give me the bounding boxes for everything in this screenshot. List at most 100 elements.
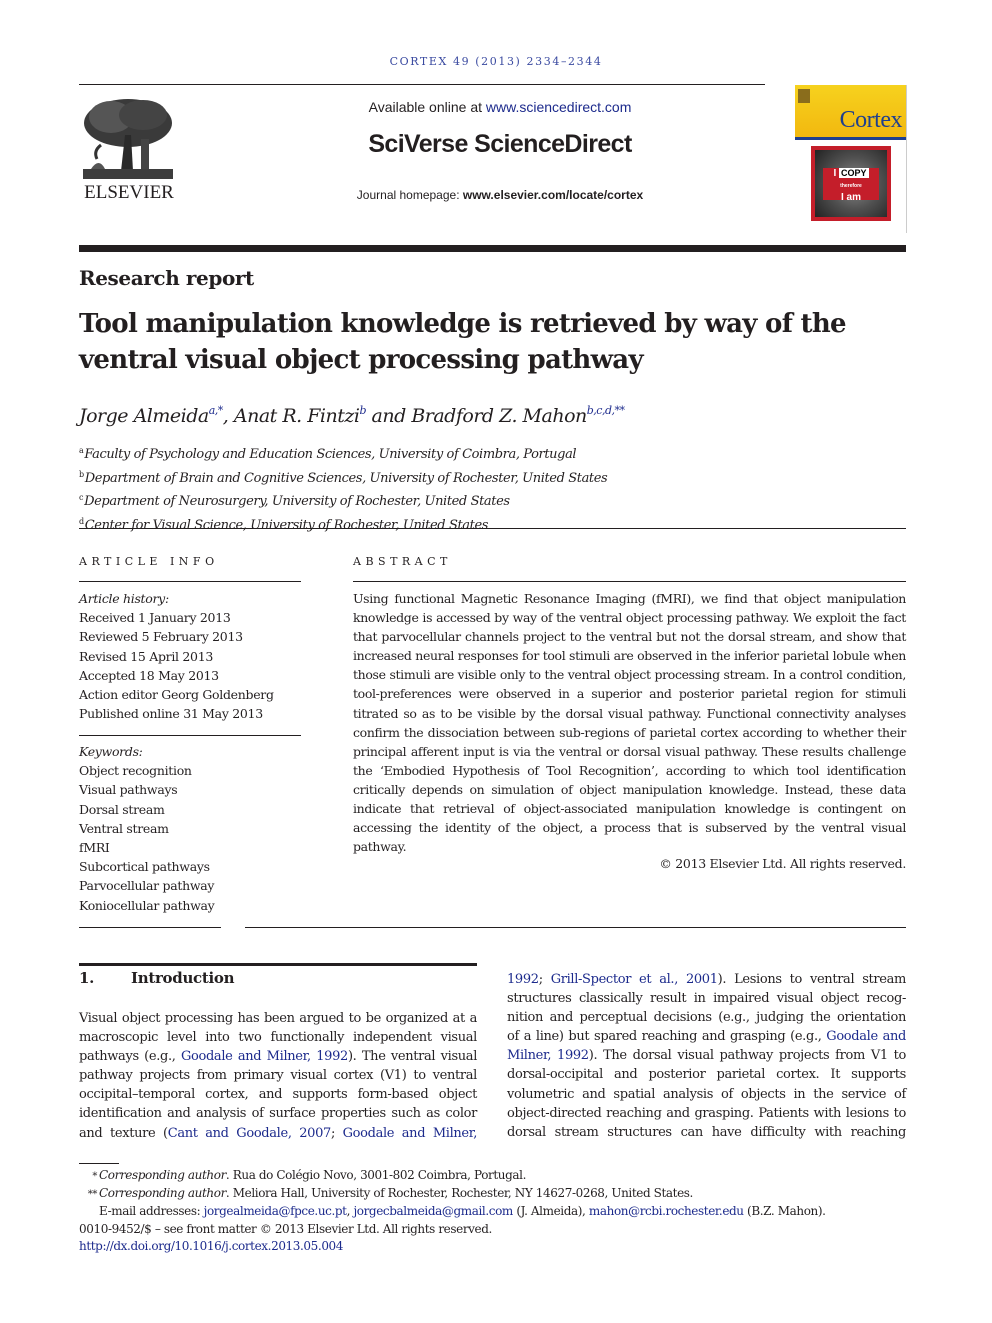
keyword-item: Subcortical pathways <box>79 859 210 875</box>
citation-link[interactable]: Goodale and Milner, 1992 <box>181 1049 348 1064</box>
text-line: dorsal stream structures can have diffic… <box>507 1123 906 1142</box>
article-info-end-rule <box>79 927 221 928</box>
text-run: structures classically result in impaire… <box>507 991 906 1007</box>
cover-text-copy: COPY <box>839 168 869 178</box>
history-item: Revised 15 April 2013 <box>79 648 214 664</box>
affiliation-item: cDepartment of Neurosurgery, University … <box>79 488 607 512</box>
email-owner: (B.Z. Mahon). <box>743 1204 826 1219</box>
text-line: occipital–temporal cortex, and supports … <box>79 1085 477 1104</box>
text-line: pathways (e.g., Goodale and Milner, 1992… <box>79 1047 477 1066</box>
cover-elsevier-icon <box>798 89 810 103</box>
homepage-link[interactable]: www.elsevier.com/locate/cortex <box>463 188 643 202</box>
keyword-item: Visual pathways <box>79 782 178 798</box>
journal-cover[interactable]: Cortex I COPY therefore I am <box>795 85 907 233</box>
header-rule <box>79 84 765 85</box>
author-separator: , <box>222 405 234 427</box>
text-run: dorsal-occipital and posterior parietal … <box>507 1067 906 1083</box>
history-item: Accepted 18 May 2013 <box>79 667 219 683</box>
author-name[interactable]: Bradford Z. Mahon <box>411 405 587 427</box>
affiliation-text: Faculty of Psychology and Education Scie… <box>84 447 577 462</box>
text-run: ; <box>330 1125 343 1141</box>
article-info-heading: ARTICLE INFO <box>79 555 219 568</box>
keyword-item: Koniocellular pathway <box>79 897 215 913</box>
text-line: identification and analysis of surface p… <box>79 1104 477 1123</box>
footnote-mark: * <box>92 1171 97 1182</box>
article-history: Article history: Received 1 January 2013… <box>79 589 301 723</box>
author-name[interactable]: Anat R. Fintzi <box>234 405 360 427</box>
history-item: Reviewed 5 February 2013 <box>79 629 243 645</box>
intro-left-column: Visual object processing has been argued… <box>79 1009 477 1143</box>
doi-link[interactable]: http://dx.doi.org/10.1016/j.cortex.2013.… <box>79 1239 343 1253</box>
cover-text-small: therefore <box>840 183 862 189</box>
footnote-emails: E-mail addresses: jorgealmeida@fpce.uc.p… <box>79 1203 909 1220</box>
author-name[interactable]: Jorge Almeida <box>79 405 209 427</box>
affiliation-text: Department of Brain and Cognitive Scienc… <box>84 470 608 486</box>
author-affiliation-marks[interactable]: a,* <box>209 404 224 417</box>
article-info-rule <box>79 581 301 582</box>
elsevier-logo[interactable]: ELSEVIER <box>79 95 179 205</box>
cover-artwork: I COPY therefore I am <box>811 146 891 221</box>
available-online: Available online at www.sciencedirect.co… <box>300 99 700 115</box>
text-run: object-directed reaching and grasping. P… <box>507 1105 906 1121</box>
citation-link[interactable]: Goodale and Milner, <box>343 1126 478 1141</box>
homepage-prefix: Journal homepage: <box>356 188 463 202</box>
email-link[interactable]: jorgealmeida@fpce.uc.pt <box>204 1204 347 1218</box>
cover-text-i-am: I am <box>840 192 861 203</box>
email-link[interactable]: mahon@rcbi.rochester.edu <box>589 1204 744 1218</box>
history-item: Received 1 January 2013 <box>79 610 231 626</box>
text-run: and texture ( <box>79 1125 168 1141</box>
text-run: ). Lesions to ventral stream <box>717 972 907 987</box>
affiliation-rule <box>79 528 906 529</box>
text-line: dorsal-occipital and posterior parietal … <box>507 1065 906 1084</box>
affiliation-item: dCenter for Visual Science, University o… <box>79 512 607 536</box>
article-type: Research report <box>79 266 254 290</box>
issn-line: 0010-9452/$ – see front matter © 2013 El… <box>79 1221 492 1236</box>
text-run: ). The ventral visual <box>347 1049 477 1065</box>
abstract-end-rule <box>245 927 906 928</box>
section-heading-introduction: 1. Introduction <box>79 969 235 987</box>
footnotes: * Corresponding author. Rua do Colégio No… <box>79 1167 909 1255</box>
email-owner: (J. Almeida), <box>512 1204 589 1219</box>
email-link[interactable]: jorgecbalmeida@gmail.com <box>353 1204 513 1218</box>
footnote-rule <box>79 1163 119 1164</box>
author-affiliation-marks[interactable]: b,c,d,** <box>587 404 625 417</box>
citation-link[interactable]: Grill-Spector et al., 2001 <box>551 972 718 987</box>
section-title: Introduction <box>131 969 235 987</box>
keywords-rule <box>79 735 301 736</box>
citation-link[interactable]: Milner, 1992 <box>507 1048 589 1063</box>
text-run: pathways (e.g., <box>79 1049 181 1065</box>
journal-homepage: Journal homepage: www.elsevier.com/locat… <box>300 188 700 202</box>
cover-label: I COPY therefore I am <box>823 168 879 203</box>
keyword-item: Object recognition <box>79 763 192 779</box>
affiliation-item: aFaculty of Psychology and Education Sci… <box>79 441 607 465</box>
text-run: ). The dorsal visual pathway projects fr… <box>588 1048 907 1064</box>
footnote-text: . Rua do Colégio Novo, 3001-802 Coimbra,… <box>225 1168 526 1182</box>
affiliation-mark: d <box>79 516 84 526</box>
footnote-text: . Meliora Hall, University of Rochester,… <box>225 1186 693 1201</box>
text-line: 1992; Grill-Spector et al., 2001). Lesio… <box>507 970 906 989</box>
text-line: Milner, 1992). The dorsal visual pathway… <box>507 1046 906 1065</box>
affiliation-mark: c <box>79 493 84 502</box>
sciencedirect-link[interactable]: www.sciencedirect.com <box>486 99 632 115</box>
text-line: macroscopic level into two functionally … <box>79 1028 477 1047</box>
citation-link[interactable]: Cant and Goodale, 2007 <box>168 1126 332 1141</box>
cover-banner: Cortex <box>795 85 906 137</box>
abstract-copyright: © 2013 Elsevier Ltd. All rights reserved… <box>659 856 906 871</box>
author-separator: and <box>366 405 412 427</box>
elsevier-wordmark: ELSEVIER <box>84 182 174 203</box>
text-line: of a line) but spared reaching and grasp… <box>507 1027 906 1046</box>
abstract-heading: ABSTRACT <box>353 555 452 568</box>
keyword-item: Parvocellular pathway <box>79 878 215 894</box>
cover-text-i: I <box>833 168 837 179</box>
citation-link[interactable]: 1992 <box>507 972 539 987</box>
citation-link[interactable]: Goodale and <box>826 1029 906 1044</box>
abstract-rule <box>353 581 906 582</box>
text-run: Visual object processing has been argued… <box>79 1011 477 1026</box>
text-line: volumetric and spatial analysis of objec… <box>507 1085 906 1104</box>
masthead-rule <box>79 245 906 252</box>
history-item: Published online 31 May 2013 <box>79 706 263 722</box>
text-line: nition and perceptual decisions (e.g., j… <box>507 1008 906 1027</box>
text-run: of a line) but spared reaching and grasp… <box>507 1029 827 1045</box>
text-run: identification and analysis of surface p… <box>79 1106 477 1122</box>
keywords: Keywords: Object recognition Visual path… <box>79 742 301 915</box>
